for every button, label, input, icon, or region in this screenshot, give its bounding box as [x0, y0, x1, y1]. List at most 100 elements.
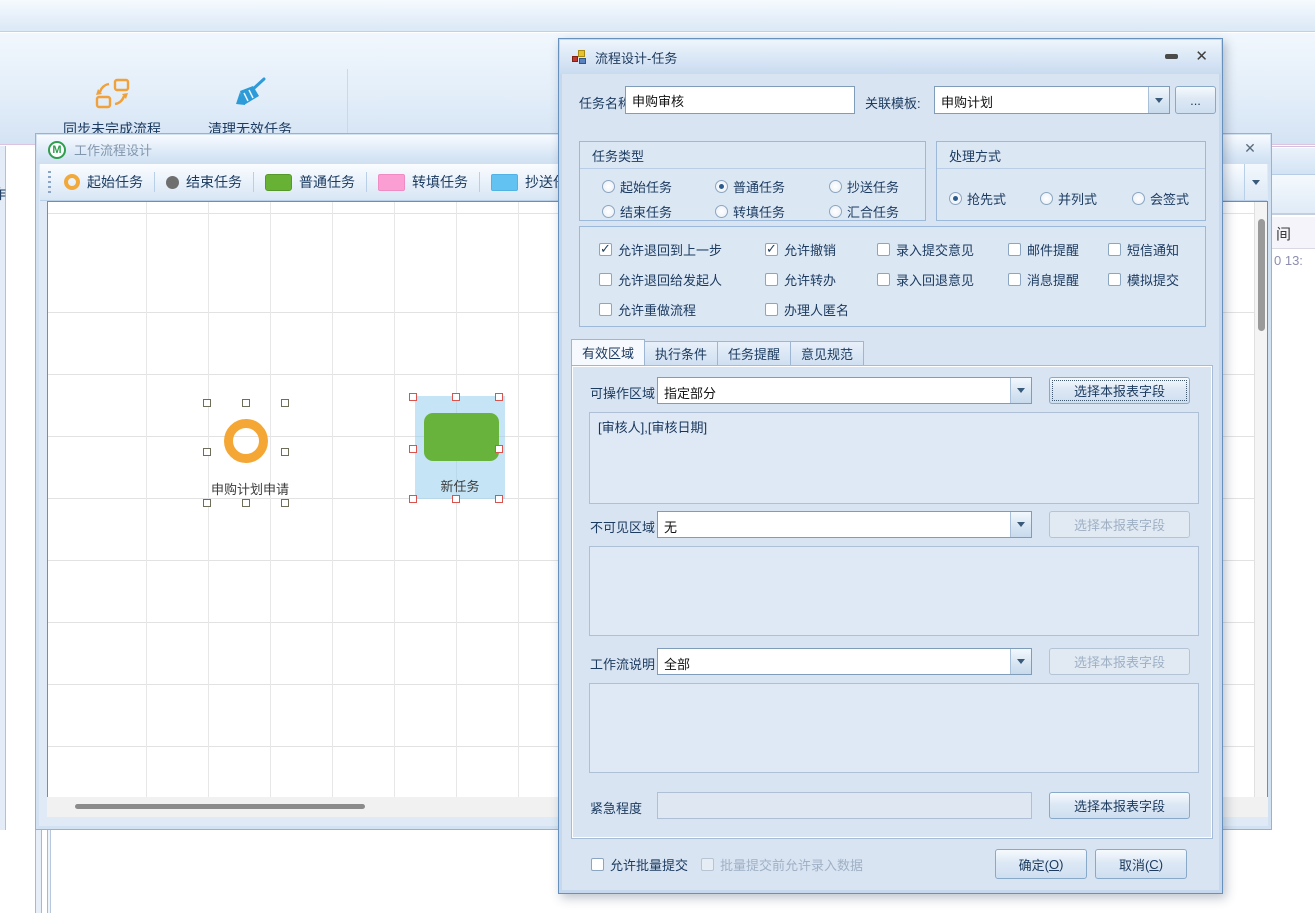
- checkbox-email-reminder[interactable]: 邮件提醒: [1008, 240, 1079, 259]
- close-icon[interactable]: ✕: [1241, 139, 1259, 157]
- scrollbar-thumb[interactable]: [1258, 219, 1265, 331]
- tab-opinion-standard[interactable]: 意见规范: [790, 341, 864, 366]
- urgency-label: 紧急程度: [590, 798, 642, 817]
- workflow-window-title: 工作流程设计: [74, 140, 152, 159]
- invisible-area-combobox[interactable]: 无: [657, 511, 1032, 538]
- selection-handle[interactable]: [495, 495, 503, 503]
- selection-handle[interactable]: [242, 399, 250, 407]
- tab-task-reminder[interactable]: 任务提醒: [717, 341, 790, 366]
- radio-start-task[interactable]: 起始任务: [602, 177, 672, 196]
- legend-transfer-task[interactable]: 转填任务: [378, 172, 468, 192]
- checkbox-sms-notify[interactable]: 短信通知: [1108, 240, 1179, 259]
- invisible-area-label: 不可见区域: [590, 517, 655, 536]
- checkbox-simulate-submit[interactable]: 模拟提交: [1108, 270, 1179, 289]
- tab-exec-condition[interactable]: 执行条件: [645, 341, 717, 366]
- selection-handle[interactable]: [281, 499, 289, 507]
- broom-icon: [232, 77, 268, 116]
- start-node[interactable]: [224, 419, 268, 463]
- task-design-dialog: 流程设计-任务 ✕ 任务名称: 关联模板: 申购计划 ... 任务类型 起始任务…: [558, 38, 1223, 894]
- selection-handle[interactable]: [281, 448, 289, 456]
- radio-preemptive[interactable]: 抢先式: [949, 189, 1006, 208]
- close-icon[interactable]: ✕: [1195, 47, 1208, 65]
- vertical-scrollbar[interactable]: [1254, 202, 1267, 797]
- radio-end-task[interactable]: 结束任务: [602, 202, 672, 221]
- checkbox-icon: [765, 243, 778, 256]
- right-window-cell-value: 0 13:: [1272, 250, 1315, 274]
- select-report-field-button-1[interactable]: 选择本报表字段: [1049, 377, 1190, 404]
- checkbox-allow-return-previous-step[interactable]: 允许退回到上一步: [599, 240, 722, 259]
- legend-separator: [253, 172, 254, 192]
- radio-transfer-task[interactable]: 转填任务: [715, 202, 785, 221]
- selection-handle[interactable]: [409, 393, 417, 401]
- scrollbar-thumb[interactable]: [75, 804, 365, 809]
- radio-icon: [602, 205, 615, 218]
- background-right-window: 间 0 13:: [1272, 146, 1315, 830]
- selection-handle[interactable]: [495, 393, 503, 401]
- chevron-down-icon[interactable]: [1010, 649, 1031, 674]
- sync-icon: [93, 77, 131, 116]
- background-window-edge: [47, 830, 51, 913]
- checkbox-icon: [599, 243, 612, 256]
- template-combobox[interactable]: 申购计划: [934, 86, 1170, 114]
- checkbox-handler-anonymous[interactable]: 办理人匿名: [765, 300, 849, 319]
- radio-countersign[interactable]: 会签式: [1132, 189, 1189, 208]
- legend-end-task[interactable]: 结束任务: [166, 172, 242, 192]
- checkbox-icon: [1108, 273, 1121, 286]
- task-node[interactable]: [424, 413, 499, 461]
- checkbox-input-submit-opinion[interactable]: 录入提交意见: [877, 240, 974, 259]
- selection-handle[interactable]: [452, 495, 460, 503]
- dialog-app-icon: [571, 49, 587, 65]
- selection-handle[interactable]: [242, 499, 250, 507]
- radio-parallel[interactable]: 并列式: [1040, 189, 1097, 208]
- toolbar-grip-handle[interactable]: [48, 171, 51, 193]
- minimize-icon[interactable]: [1165, 54, 1178, 59]
- workflow-desc-textarea[interactable]: [589, 683, 1199, 773]
- selection-handle[interactable]: [495, 445, 503, 453]
- chevron-down-icon[interactable]: [1148, 87, 1169, 113]
- right-window-band2: [1272, 175, 1315, 215]
- selection-handle[interactable]: [452, 393, 460, 401]
- selection-handle[interactable]: [409, 445, 417, 453]
- operable-area-combobox[interactable]: 指定部分: [657, 377, 1032, 404]
- checkbox-allow-revoke[interactable]: 允许撤销: [765, 240, 836, 259]
- end-task-icon: [166, 176, 179, 189]
- checkbox-message-reminder[interactable]: 消息提醒: [1008, 270, 1079, 289]
- selection-handle[interactable]: [203, 448, 211, 456]
- ok-button[interactable]: 确定(O): [995, 849, 1087, 879]
- toolbar-button-sync-unfinished[interactable]: 同步未完成流程: [36, 75, 188, 141]
- checkbox-batch-entry-before-submit: 批量提交前允许录入数据: [701, 855, 863, 874]
- checkbox-allow-redo-process[interactable]: 允许重做流程: [599, 300, 696, 319]
- tab-strip: 有效区域 执行条件 任务提醒 意见规范: [571, 339, 864, 366]
- workflow-desc-combobox[interactable]: 全部: [657, 648, 1032, 675]
- task-name-input[interactable]: [625, 86, 855, 114]
- radio-merge-task[interactable]: 汇合任务: [829, 202, 899, 221]
- radio-icon: [715, 205, 728, 218]
- selection-handle[interactable]: [409, 495, 417, 503]
- invisible-area-textarea[interactable]: [589, 546, 1199, 636]
- selection-handle[interactable]: [203, 499, 211, 507]
- toolbar-overflow-button[interactable]: [1244, 164, 1267, 200]
- checkbox-input-return-opinion[interactable]: 录入回退意见: [877, 270, 974, 289]
- checkbox-allow-transfer[interactable]: 允许转办: [765, 270, 836, 289]
- checkbox-allow-batch-submit[interactable]: 允许批量提交: [591, 855, 688, 874]
- select-report-field-button-4[interactable]: 选择本报表字段: [1049, 792, 1190, 819]
- checkbox-icon: [1008, 273, 1021, 286]
- checkbox-allow-return-initiator[interactable]: 允许退回给发起人: [599, 270, 722, 289]
- selection-handle[interactable]: [203, 399, 211, 407]
- legend-normal-task[interactable]: 普通任务: [265, 172, 355, 192]
- selection-handle[interactable]: [281, 399, 289, 407]
- toolbar-button-clean-invalid[interactable]: 清理无效任务: [192, 75, 308, 141]
- legend-start-task[interactable]: 起始任务: [64, 172, 143, 192]
- radio-copy-task[interactable]: 抄送任务: [829, 177, 899, 196]
- template-browse-button[interactable]: ...: [1175, 86, 1216, 114]
- cancel-button[interactable]: 取消(C): [1095, 849, 1187, 879]
- operable-area-textarea[interactable]: [审核人],[审核日期]: [589, 412, 1199, 504]
- chevron-down-icon[interactable]: [1010, 512, 1031, 537]
- chevron-down-icon[interactable]: [1010, 378, 1031, 403]
- dialog-titlebar[interactable]: 流程设计-任务: [560, 40, 1221, 74]
- invisible-area-value: 无: [664, 517, 677, 536]
- copy-task-icon: [491, 174, 518, 191]
- tab-valid-area[interactable]: 有效区域: [571, 339, 645, 366]
- checkbox-icon: [1008, 243, 1021, 256]
- radio-normal-task[interactable]: 普通任务: [715, 177, 785, 196]
